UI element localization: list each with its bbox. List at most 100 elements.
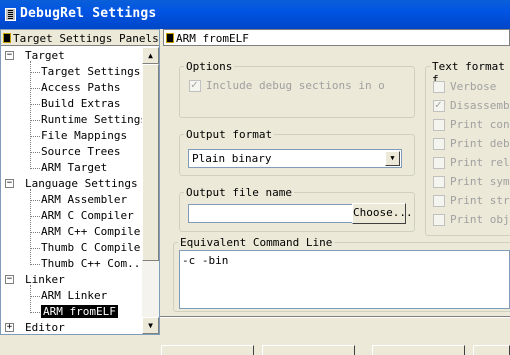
separator bbox=[160, 317, 510, 318]
scroll-down-button[interactable]: ▼ bbox=[142, 317, 159, 334]
tree-header-label: Target Settings Panels bbox=[13, 32, 159, 45]
tree-item[interactable]: Source Trees bbox=[41, 144, 120, 160]
options-label: Options bbox=[184, 60, 235, 73]
tree-item[interactable]: Runtime Settings bbox=[41, 112, 142, 128]
tree-item[interactable]: ARM fromELF bbox=[41, 304, 118, 320]
panel-header: ARM fromELF bbox=[163, 29, 510, 46]
tree-connector bbox=[30, 88, 40, 89]
tree-connector bbox=[30, 152, 40, 153]
text-format-checkbox[interactable] bbox=[433, 138, 445, 150]
panel-icon bbox=[3, 33, 11, 43]
tree-item[interactable]: File Mappings bbox=[41, 128, 127, 144]
window-title: DebugRel Settings bbox=[20, 6, 157, 21]
tree-item[interactable]: Thumb C Compiler bbox=[41, 240, 142, 256]
title-bar[interactable]: DebugRel Settings bbox=[0, 0, 510, 29]
command-line-text[interactable]: -c -bin bbox=[179, 250, 510, 309]
tree-connector bbox=[30, 216, 40, 217]
tree-item-label: ARM C Compiler bbox=[41, 209, 134, 222]
text-format-checkbox[interactable] bbox=[433, 157, 445, 169]
tree-category[interactable]: Language Settings bbox=[25, 176, 138, 192]
panel-icon bbox=[166, 33, 174, 43]
collapse-icon[interactable]: − bbox=[5, 179, 14, 188]
text-format-group: Text format f VerboseDisassemblPrint con… bbox=[425, 60, 510, 236]
tree-item[interactable]: Access Paths bbox=[41, 80, 120, 96]
text-format-option-label: Print cont bbox=[450, 118, 510, 131]
bottom-button-4[interactable] bbox=[473, 345, 510, 355]
tree-item[interactable]: ARM Assembler bbox=[41, 192, 127, 208]
bottom-button-2[interactable] bbox=[262, 345, 355, 355]
command-line-label: Equivalent Command Line bbox=[178, 236, 335, 249]
collapse-icon[interactable]: − bbox=[5, 51, 14, 60]
collapse-icon[interactable]: − bbox=[5, 275, 14, 284]
tree-item-label: Build Extras bbox=[41, 97, 121, 110]
text-format-checkbox[interactable] bbox=[433, 195, 445, 207]
text-format-option-label: Print stri bbox=[450, 194, 510, 207]
tree-item-label: ARM Target bbox=[41, 161, 108, 174]
tree-item-label: ARM Assembler bbox=[41, 193, 128, 206]
tree-connector bbox=[30, 200, 40, 201]
tree-item-label: Thumb C++ Com... bbox=[41, 257, 142, 270]
tree-view[interactable]: − Target Target Settings Access Paths Build … bbox=[1, 47, 142, 334]
tree-connector bbox=[30, 264, 40, 265]
tree-item-label: ARM fromELF bbox=[41, 305, 118, 318]
tree-item[interactable]: Thumb C++ Com... bbox=[41, 256, 142, 272]
tree-item[interactable]: ARM C++ Compiler bbox=[41, 224, 142, 240]
text-format-checkbox[interactable] bbox=[433, 81, 445, 93]
text-format-option-label: Verbose bbox=[450, 80, 497, 93]
tree-item-label: Language Settings bbox=[25, 177, 138, 190]
tree-item-label: Editor bbox=[25, 321, 65, 334]
tree-item-label: ARM C++ Compiler bbox=[41, 225, 142, 238]
tree-item[interactable]: ARM C Compiler bbox=[41, 208, 134, 224]
tree-connector bbox=[30, 232, 40, 233]
tree-connector bbox=[30, 136, 40, 137]
include-debug-label: Include debug sections in o bbox=[206, 79, 385, 92]
tree-item[interactable]: Build Extras bbox=[41, 96, 120, 112]
text-format-checkbox[interactable] bbox=[433, 98, 445, 112]
tree-item[interactable]: Target Settings bbox=[41, 64, 140, 80]
output-file-label: Output file name bbox=[184, 186, 294, 199]
tree-connector bbox=[30, 285, 31, 313]
text-format-option-label: Print obje bbox=[450, 213, 510, 226]
tree-scrollbar[interactable]: ▲ ▼ bbox=[142, 47, 159, 334]
settings-panels-tree: Target Settings Panels − Target Target Set… bbox=[0, 29, 160, 335]
tree-connector bbox=[30, 120, 40, 121]
tree-connector bbox=[30, 189, 31, 265]
tree-connector bbox=[30, 296, 40, 297]
output-format-label: Output format bbox=[184, 128, 275, 141]
text-format-option-label: Print relo bbox=[450, 156, 510, 169]
tree-connector bbox=[30, 168, 40, 169]
output-format-select[interactable]: Plain binary ▼ bbox=[188, 149, 402, 168]
tree-item-label: Target Settings bbox=[41, 65, 141, 78]
tree-item-label: Access Paths bbox=[41, 81, 121, 94]
scroll-up-button[interactable]: ▲ bbox=[142, 47, 159, 64]
options-group: Options Include debug sections in o bbox=[179, 60, 415, 118]
output-format-value: Plain binary bbox=[192, 152, 272, 165]
tree-item-label: Source Trees bbox=[41, 145, 121, 158]
bottom-button-3[interactable] bbox=[372, 345, 465, 355]
text-format-checkbox[interactable] bbox=[433, 119, 445, 131]
tree-item[interactable]: ARM Target bbox=[41, 160, 107, 176]
tree-item-label: ARM Linker bbox=[41, 289, 108, 302]
tree-category[interactable]: Editor bbox=[25, 320, 65, 334]
output-file-input[interactable] bbox=[188, 204, 353, 223]
tree-header: Target Settings Panels bbox=[1, 30, 159, 46]
tree-connector bbox=[30, 248, 40, 249]
tree-item[interactable]: ARM Linker bbox=[41, 288, 107, 304]
tree-item-label: Runtime Settings bbox=[41, 113, 142, 126]
chevron-down-icon[interactable]: ▼ bbox=[385, 151, 400, 166]
tree-item-label: Thumb C Compiler bbox=[41, 241, 142, 254]
tree-connector bbox=[30, 61, 31, 169]
tree-connector bbox=[30, 104, 40, 105]
text-format-option-label: Print symb bbox=[450, 175, 510, 188]
panel-title: ARM fromELF bbox=[176, 32, 249, 45]
tree-connector bbox=[30, 72, 40, 73]
choose-button[interactable]: Choose... bbox=[352, 203, 413, 224]
expand-icon[interactable]: + bbox=[5, 323, 14, 332]
app-icon bbox=[5, 8, 16, 21]
text-format-checkbox[interactable] bbox=[433, 214, 445, 226]
bottom-button-1[interactable] bbox=[161, 345, 254, 355]
include-debug-checkbox[interactable] bbox=[189, 78, 201, 92]
tree-connector bbox=[30, 312, 40, 313]
scroll-thumb[interactable] bbox=[142, 64, 159, 261]
text-format-checkbox[interactable] bbox=[433, 176, 445, 188]
